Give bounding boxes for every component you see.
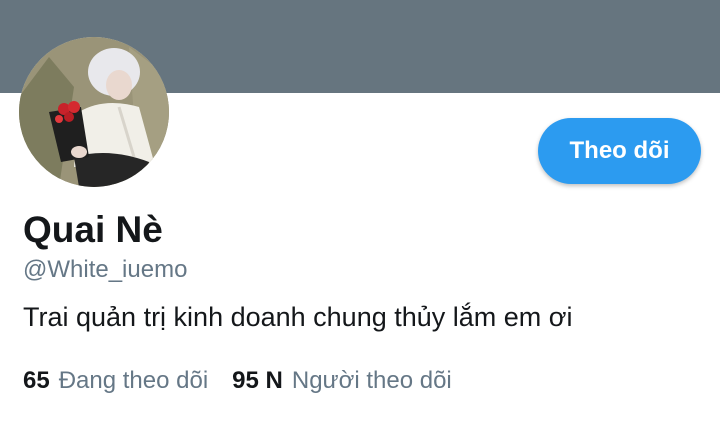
- profile-handle: @White_iuemo: [23, 256, 188, 283]
- following-count: 65: [23, 367, 50, 394]
- following-link[interactable]: 65 Đang theo dõi: [23, 367, 208, 395]
- followers-link[interactable]: 95 N Người theo dõi: [232, 367, 452, 395]
- followers-label: Người theo dõi: [291, 367, 452, 394]
- avatar[interactable]: [19, 37, 169, 187]
- profile-name: Quai Nè: [23, 209, 163, 250]
- follow-button[interactable]: Theo dõi: [538, 118, 701, 184]
- profile-bio: Trai quản trị kinh doanh chung thủy lắm …: [23, 302, 573, 332]
- avatar-photo: [19, 37, 169, 187]
- followers-count: 95 N: [232, 367, 283, 394]
- following-label: Đang theo dõi: [58, 367, 209, 394]
- profile-stats: 65 Đang theo dõi 95 N Người theo dõi: [23, 364, 452, 398]
